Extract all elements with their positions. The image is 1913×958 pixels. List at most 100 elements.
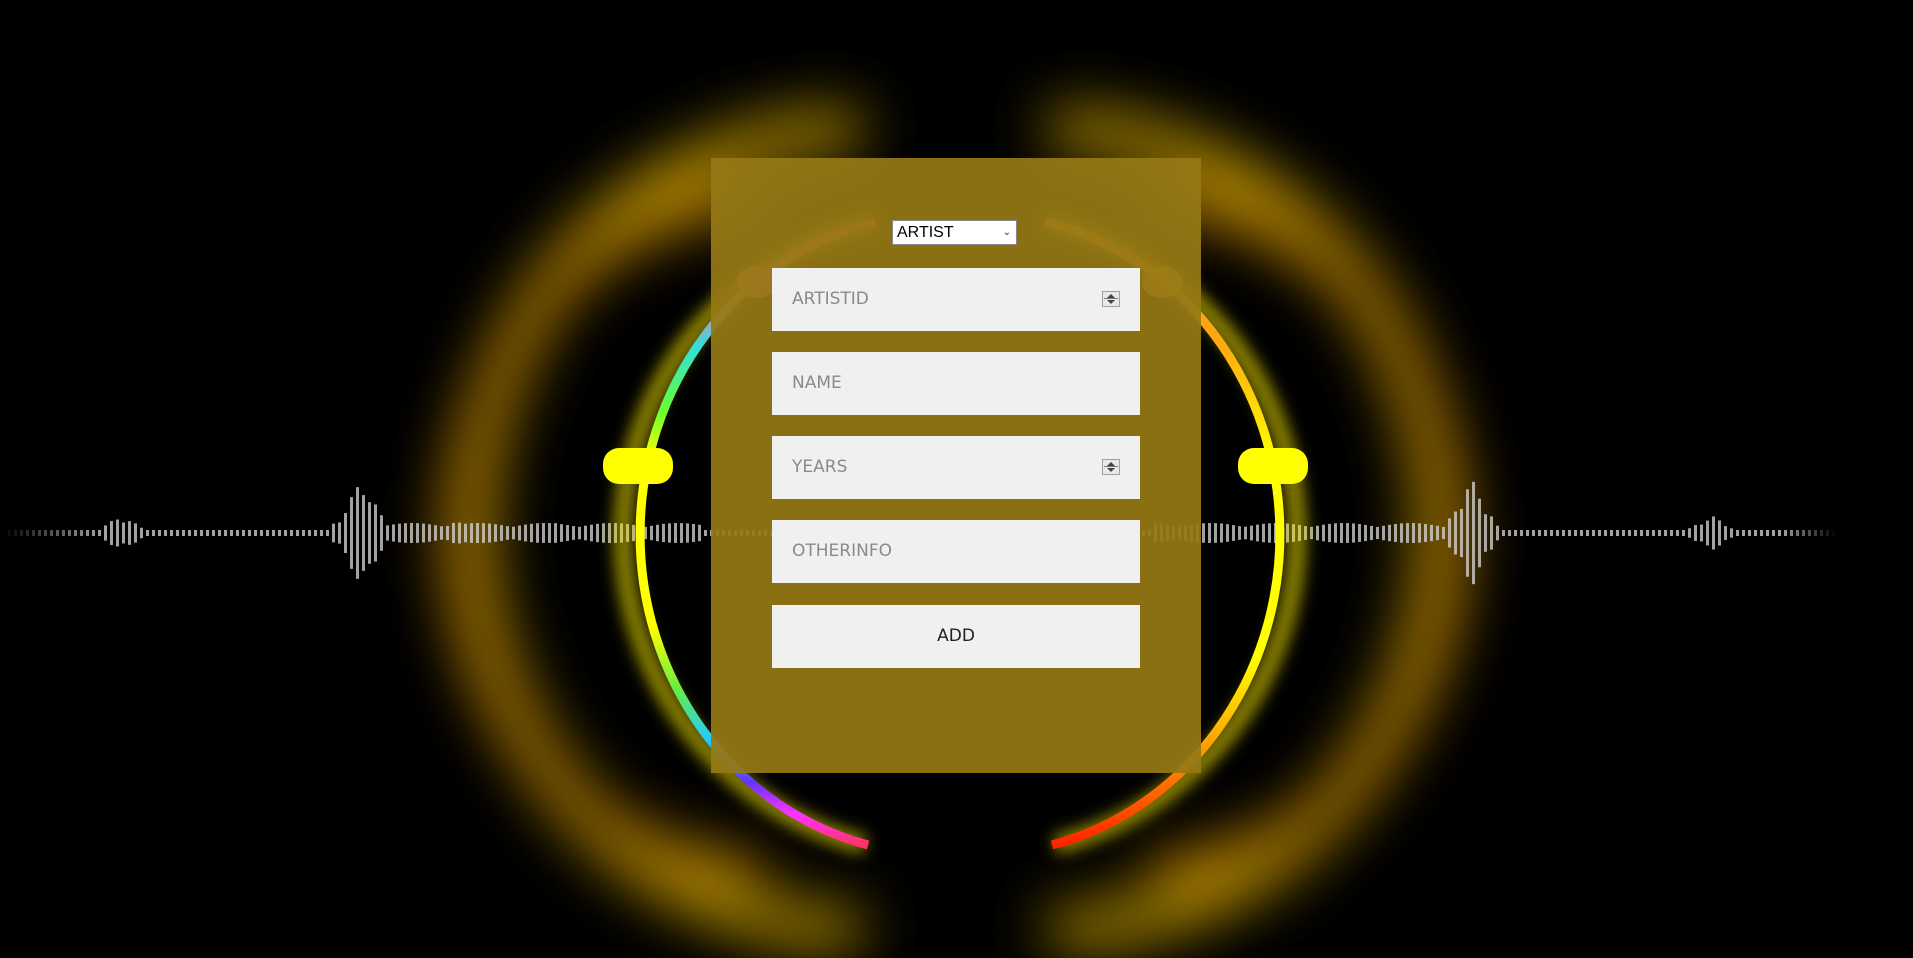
waveform-bar: [1244, 526, 1247, 540]
waveform-bar: [32, 530, 35, 536]
waveform-bar: [1820, 530, 1823, 536]
waveform-bar: [1226, 524, 1229, 542]
waveform-bar: [1592, 530, 1595, 536]
waveform-bar: [272, 530, 275, 536]
waveform-bar: [1610, 530, 1613, 536]
waveform-bar: [1712, 516, 1715, 550]
waveform-bar: [1664, 530, 1667, 536]
waveform-bar: [392, 524, 395, 542]
number-spinner-icon[interactable]: [1102, 291, 1120, 307]
waveform-bar: [590, 524, 593, 542]
waveform-bar: [254, 530, 257, 536]
waveform-bar: [1322, 524, 1325, 542]
waveform-bar: [1436, 525, 1439, 541]
waveform-bar: [1658, 530, 1661, 536]
waveform-bar: [98, 529, 101, 537]
waveform-bar: [464, 523, 467, 543]
waveform-bar: [182, 530, 185, 536]
waveform-bar: [110, 521, 113, 545]
waveform-bar: [452, 522, 455, 544]
waveform-bar: [1370, 525, 1373, 541]
waveform-bar: [1688, 528, 1691, 538]
waveform-bar: [1460, 508, 1463, 558]
years-placeholder: YEARS: [792, 457, 848, 477]
waveform-bar: [668, 523, 671, 543]
waveform-bar: [548, 523, 551, 543]
waveform-bar: [1724, 526, 1727, 540]
waveform-bar: [308, 530, 311, 536]
waveform-bar: [386, 525, 389, 541]
number-spinner-icon[interactable]: [1102, 459, 1120, 475]
waveform-bar: [1454, 511, 1457, 555]
waveform-bar: [1670, 530, 1673, 536]
waveform-bar: [194, 530, 197, 536]
waveform-bar: [1718, 520, 1721, 546]
waveform-bar: [1736, 530, 1739, 536]
waveform-bar: [512, 526, 515, 540]
waveform-bar: [1418, 523, 1421, 543]
waveform-bar: [1484, 514, 1487, 552]
waveform-bar: [1682, 530, 1685, 536]
waveform-bar: [14, 530, 17, 536]
waveform-bar: [68, 530, 71, 536]
waveform-bar: [236, 530, 239, 536]
waveform-bar: [1502, 530, 1505, 536]
waveform-bar: [1802, 530, 1805, 536]
waveform-bar: [1352, 523, 1355, 543]
artistid-input[interactable]: ARTISTID: [772, 268, 1140, 331]
waveform-bar: [1544, 530, 1547, 536]
waveform-bar: [86, 530, 89, 536]
waveform-bar: [128, 521, 131, 545]
waveform-bar: [56, 530, 59, 536]
waveform-bar: [1202, 523, 1205, 543]
waveform-bar: [674, 523, 677, 543]
waveform-bar: [1586, 530, 1589, 536]
waveform-bar: [1730, 528, 1733, 538]
waveform-bar: [1220, 523, 1223, 543]
waveform-bar: [398, 523, 401, 543]
otherinfo-placeholder: OTHERINFO: [792, 541, 892, 561]
waveform-bar: [662, 523, 665, 543]
waveform-bar: [1808, 530, 1811, 536]
waveform-bar: [296, 530, 299, 536]
waveform-bar: [224, 530, 227, 536]
waveform-bar: [320, 530, 323, 536]
record-type-select[interactable]: ARTIST ⌄: [892, 220, 1017, 245]
waveform-bar: [560, 524, 563, 542]
waveform-bar: [596, 523, 599, 543]
waveform-bar: [134, 523, 137, 543]
add-button[interactable]: ADD: [772, 605, 1140, 668]
waveform-bar: [1406, 523, 1409, 543]
waveform-bar: [428, 524, 431, 542]
waveform-bar: [434, 525, 437, 541]
otherinfo-input[interactable]: OTHERINFO: [772, 520, 1140, 583]
years-input[interactable]: YEARS: [772, 436, 1140, 499]
waveform-bar: [1508, 530, 1511, 536]
waveform-bar: [632, 524, 635, 542]
waveform-bar: [302, 530, 305, 536]
waveform-bar: [1772, 530, 1775, 536]
name-input[interactable]: NAME: [772, 352, 1140, 415]
waveform-bar: [188, 530, 191, 536]
waveform-bar: [542, 523, 545, 543]
waveform-bar: [680, 523, 683, 543]
waveform-bar: [572, 526, 575, 540]
waveform-bar: [356, 487, 359, 579]
waveform-bar: [692, 523, 695, 543]
waveform-bar: [1628, 530, 1631, 536]
waveform-bar: [1238, 526, 1241, 540]
waveform-bar: [158, 530, 161, 536]
waveform-bar: [1694, 525, 1697, 541]
waveform-bar: [1562, 530, 1565, 536]
waveform-bar: [80, 530, 83, 536]
waveform-bar: [362, 495, 365, 571]
waveform-bar: [326, 530, 329, 536]
waveform-bar: [74, 530, 77, 536]
waveform-bar: [1538, 530, 1541, 536]
waveform-bar: [176, 530, 179, 536]
waveform-bar: [248, 530, 251, 536]
waveform-bar: [1814, 530, 1817, 536]
waveform-bar: [278, 530, 281, 536]
waveform-bar: [1832, 530, 1835, 536]
waveform-bar: [602, 523, 605, 543]
